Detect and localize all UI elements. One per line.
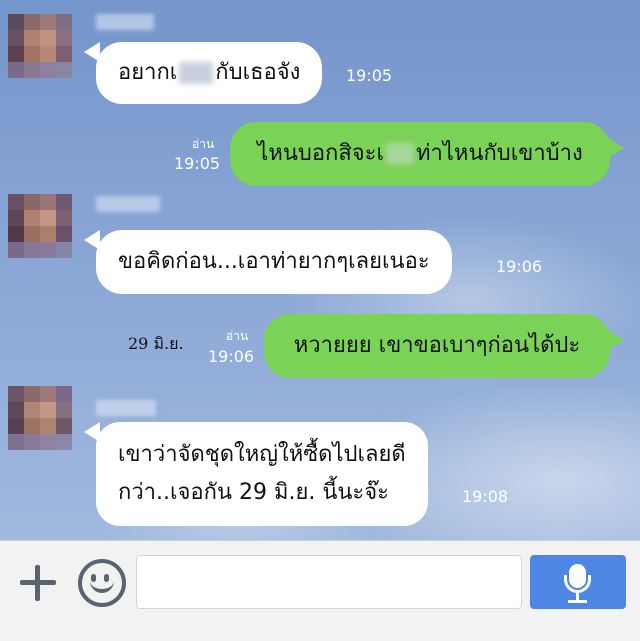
read-receipt: อ่าน — [226, 329, 249, 343]
message-time: 19:06 — [496, 257, 543, 276]
sender-name-redacted — [96, 14, 154, 30]
message-text: กับเธอจัง — [215, 60, 301, 85]
message-input[interactable] — [136, 555, 522, 609]
message-time: 19:05 — [346, 66, 393, 85]
read-receipt: อ่าน — [192, 137, 215, 151]
microphone-cup — [564, 575, 591, 593]
message-text-line: เขาว่าจัดชุดใหญ่ให้ซื้ดไปเลยดี — [118, 442, 406, 467]
microphone-button[interactable] — [530, 555, 626, 609]
message-text: ขอคิดก่อน...เอาท่ายากๆเลยเนอะ — [118, 249, 430, 274]
message-text: ท่าไหนกับเขาบ้าง — [416, 141, 583, 166]
microphone-base — [568, 600, 587, 603]
avatar[interactable] — [8, 386, 72, 450]
message-text: อยากเ — [118, 60, 178, 85]
message-text-line: กว่า..เจอกัน 29 มิ.ย. นี้นะจ๊ะ — [118, 480, 389, 505]
avatar[interactable] — [8, 14, 72, 78]
sender-name-redacted — [96, 196, 160, 212]
sender-name-redacted — [96, 400, 156, 416]
avatar[interactable] — [8, 194, 72, 258]
message-time: 19:06 — [208, 347, 255, 366]
message-time: 19:08 — [462, 487, 509, 506]
handwritten-date-annotation: 29 มิ.ย. — [128, 334, 184, 353]
plus-icon[interactable] — [18, 563, 58, 603]
message-text: หวายยย เขาขอเบาๆก่อนได้ปะ — [293, 333, 581, 358]
chat-area: อยากเ กับเธอจัง 19:05 อ่าน 19:05 ไหนบอกสิ… — [0, 0, 640, 540]
smiley-mouth — [90, 579, 114, 593]
bubble-tail — [608, 330, 624, 350]
message-text: ไหนบอกสิจะเ — [257, 141, 385, 166]
message-bubble-incoming[interactable]: เขาว่าจัดชุดใหญ่ให้ซื้ดไปเลยดี กว่า..เจอ… — [96, 422, 428, 526]
message-bubble-incoming[interactable]: อยากเ กับเธอจัง — [96, 42, 323, 104]
message-time: 19:05 — [174, 154, 221, 173]
message-bubble-outgoing[interactable]: ไหนบอกสิจะเ ท่าไหนกับเขาบ้าง — [230, 122, 610, 186]
composer-bar — [0, 540, 640, 641]
smiley-icon[interactable] — [78, 559, 126, 607]
bubble-tail — [608, 138, 624, 158]
message-bubble-incoming[interactable]: ขอคิดก่อน...เอาท่ายากๆเลยเนอะ — [96, 230, 452, 294]
redacted-text — [179, 62, 214, 84]
message-bubble-outgoing[interactable]: หวายยย เขาขอเบาๆก่อนได้ปะ — [264, 314, 610, 378]
redacted-text — [386, 143, 415, 165]
